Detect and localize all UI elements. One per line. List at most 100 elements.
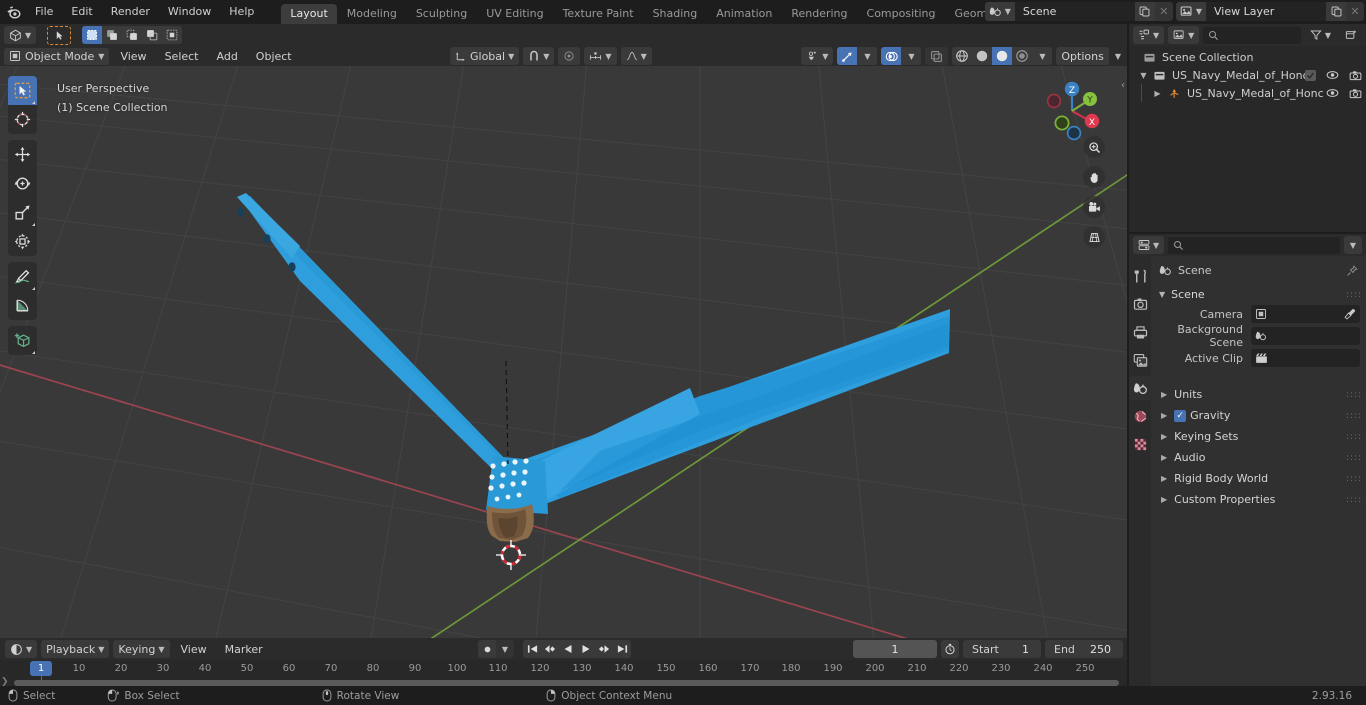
- rigid-body-world-subpanel[interactable]: ▶ Rigid Body World ::::: [1151, 468, 1366, 489]
- camera-field[interactable]: [1251, 305, 1360, 323]
- disable-render-camera-icon[interactable]: [1349, 70, 1362, 81]
- scene-tab[interactable]: [1129, 376, 1151, 400]
- audio-subpanel[interactable]: ▶ Audio ::::: [1151, 447, 1366, 468]
- unlink-scene-icon[interactable]: ✕: [1154, 2, 1173, 21]
- scene-icon[interactable]: ▼: [984, 2, 1015, 21]
- current-frame-field[interactable]: 1: [853, 640, 937, 658]
- properties-editor-icon[interactable]: ▼: [1133, 236, 1165, 254]
- disable-render-camera-icon[interactable]: [1349, 88, 1362, 99]
- outliner-display-icon[interactable]: ▼: [1133, 26, 1165, 44]
- scene-datablock[interactable]: ▼ Scene ✕: [984, 2, 1173, 21]
- viewport-menu-view[interactable]: View: [113, 48, 153, 65]
- menu-render[interactable]: Render: [102, 2, 159, 22]
- active-clip-field[interactable]: [1251, 349, 1360, 367]
- prev-keyframe-icon[interactable]: [541, 640, 559, 658]
- editor-type-3dview-icon[interactable]: ▼: [4, 26, 37, 44]
- shading-dropdown[interactable]: ▼: [1032, 47, 1053, 65]
- menu-help[interactable]: Help: [220, 2, 263, 22]
- jump-start-icon[interactable]: [523, 640, 541, 658]
- record-dot-icon[interactable]: [478, 640, 496, 658]
- transform-tool[interactable]: [8, 227, 37, 256]
- view-layer-tab[interactable]: [1129, 348, 1151, 372]
- playhead[interactable]: 1: [30, 661, 52, 676]
- menu-file[interactable]: File: [26, 2, 62, 22]
- workspace-tab-animation[interactable]: Animation: [707, 4, 781, 24]
- xray-icon[interactable]: [925, 47, 949, 65]
- add-cube-tool[interactable]: [8, 326, 37, 355]
- subtract-select-icon[interactable]: [122, 26, 143, 44]
- options-button[interactable]: Options: [1056, 47, 1109, 65]
- hide-eye-icon[interactable]: [1326, 70, 1339, 80]
- tool-tab[interactable]: [1129, 264, 1151, 288]
- workspace-tab-modeling[interactable]: Modeling: [338, 4, 406, 24]
- eyedropper-icon[interactable]: [1344, 308, 1356, 320]
- timeline-editor-type-icon[interactable]: ▼: [5, 640, 38, 658]
- extend-select-icon[interactable]: [102, 26, 123, 44]
- output-tab[interactable]: [1129, 320, 1151, 344]
- camera-view-icon[interactable]: [1083, 196, 1105, 218]
- gizmo-dropdown[interactable]: ▼: [857, 47, 878, 65]
- snap-increment-selector[interactable]: ▼: [584, 47, 617, 65]
- wireframe-shading-icon[interactable]: [952, 47, 973, 65]
- rendered-shading-icon[interactable]: [1012, 47, 1033, 65]
- frame-end-field[interactable]: End 250: [1045, 640, 1123, 658]
- invert-select-icon[interactable]: [142, 26, 163, 44]
- timeline-menu-playback[interactable]: Playback ▼: [41, 640, 110, 658]
- blender-logo-icon[interactable]: [0, 0, 26, 24]
- unlink-viewlayer-icon[interactable]: ✕: [1346, 2, 1364, 21]
- scene-name[interactable]: Scene: [1014, 2, 1135, 21]
- 3d-viewport[interactable]: User Perspective (1) Scene Collection Z …: [0, 66, 1127, 638]
- disclosure-triangle-icon[interactable]: ▶: [1151, 89, 1164, 98]
- toggle-perspective-icon[interactable]: [1083, 226, 1105, 248]
- frame-start-field[interactable]: Start 1: [963, 640, 1041, 658]
- stopwatch-icon[interactable]: [941, 640, 959, 658]
- intersect-select-icon[interactable]: [162, 26, 183, 44]
- snap-to-selector[interactable]: ▼: [523, 47, 555, 65]
- mode-selector[interactable]: Object Mode ▼: [4, 47, 110, 65]
- timeline-menu-marker[interactable]: Marker: [218, 641, 270, 658]
- workspace-tab-layout[interactable]: Layout: [281, 4, 337, 24]
- workspace-tab-sculpting[interactable]: Sculpting: [407, 4, 476, 24]
- timeline-body[interactable]: 1 10 20 30 40 50 60 70 80 90 100 110 120…: [0, 660, 1127, 688]
- world-tab[interactable]: [1129, 404, 1151, 428]
- disclosure-triangle-icon[interactable]: ▼: [1137, 71, 1150, 80]
- view-layer-icon[interactable]: ▼: [1175, 2, 1206, 21]
- new-collection-icon[interactable]: [1340, 26, 1362, 44]
- texture-tab[interactable]: [1129, 432, 1151, 456]
- transform-orientation-selector[interactable]: Global ▼: [450, 47, 520, 65]
- auto-key-dropdown[interactable]: ▼: [496, 640, 514, 658]
- menu-edit[interactable]: Edit: [62, 2, 101, 22]
- timeline-ruler[interactable]: 1 10 20 30 40 50 60 70 80 90 100 110 120…: [0, 660, 1127, 688]
- jump-end-icon[interactable]: [613, 640, 631, 658]
- duplicate-icon[interactable]: [1134, 2, 1155, 21]
- play-reverse-icon[interactable]: [559, 640, 577, 658]
- scale-tool[interactable]: [8, 198, 37, 227]
- menu-window[interactable]: Window: [159, 2, 220, 22]
- viewport-menu-object[interactable]: Object: [249, 48, 299, 65]
- outliner-row-scene-collection[interactable]: Scene Collection: [1129, 48, 1366, 66]
- workspace-tab-uv-editing[interactable]: UV Editing: [477, 4, 552, 24]
- timeline-menu-view[interactable]: View: [174, 641, 214, 658]
- proportional-edit-toggle[interactable]: [558, 47, 581, 65]
- viewlayer-name[interactable]: View Layer: [1206, 2, 1326, 21]
- set-select-icon[interactable]: [82, 26, 103, 44]
- move-tool[interactable]: [8, 140, 37, 169]
- hide-eye-icon[interactable]: [1326, 88, 1339, 98]
- custom-properties-subpanel[interactable]: ▶ Custom Properties ::::: [1151, 489, 1366, 510]
- viewport-menu-select[interactable]: Select: [158, 48, 206, 65]
- outliner-filter-icon[interactable]: ▼: [1305, 26, 1336, 44]
- sidebar-collapse-arrow[interactable]: ‹: [1121, 80, 1125, 91]
- render-tab[interactable]: [1129, 292, 1151, 316]
- falloff-selector[interactable]: ▼: [620, 47, 652, 65]
- workspace-tab-texture-paint[interactable]: Texture Paint: [554, 4, 643, 24]
- measure-tool[interactable]: [8, 291, 37, 320]
- object-types-visibility-icon[interactable]: ▼: [801, 47, 834, 65]
- gravity-subpanel[interactable]: ▶ ✓ Gravity ::::: [1151, 405, 1366, 426]
- units-subpanel[interactable]: ▶ Units ::::: [1151, 384, 1366, 405]
- annotate-tool[interactable]: [8, 262, 37, 291]
- outliner-search-input[interactable]: [1203, 26, 1301, 44]
- tweak-select-tool[interactable]: [8, 76, 37, 105]
- timeline-menu-keying[interactable]: Keying ▼: [113, 640, 170, 658]
- zoom-icon[interactable]: [1083, 136, 1105, 158]
- gravity-checkbox[interactable]: ✓: [1174, 409, 1187, 422]
